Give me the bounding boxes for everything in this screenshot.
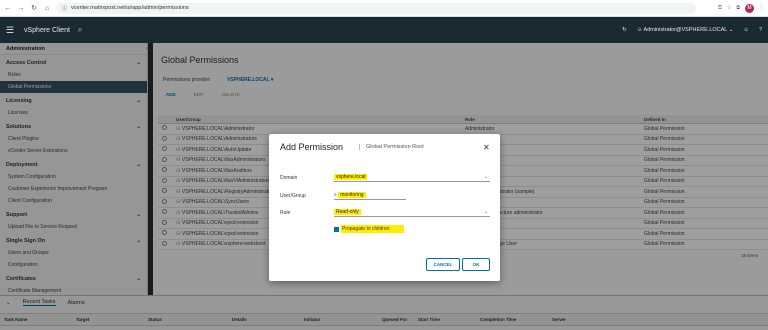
role-value: Read-only: [334, 209, 361, 215]
domain-label: Domain: [280, 175, 298, 181]
menu-icon[interactable]: ☰: [6, 25, 18, 36]
search-icon[interactable]: ⌕: [78, 25, 82, 35]
app-header: ☰ vSphere Client ⌕ ↻ ☺ Administrator@VSP…: [0, 17, 768, 43]
user-name: Administrator@VSPHERE.LOCAL: [643, 27, 728, 33]
browser-menu-icon[interactable]: ⋮: [759, 5, 764, 11]
url-text: vcenter.matrixpost.net/ui/app/admin/perm…: [71, 5, 189, 11]
back-icon[interactable]: ←: [4, 5, 12, 12]
domain-value: vsphere.local: [334, 174, 368, 180]
add-permission-dialog: Add Permission Global Permission Root ✕ …: [269, 134, 500, 281]
propagate-checkbox[interactable]: [334, 227, 339, 232]
user-group-value: monitoring: [338, 192, 366, 198]
forward-icon[interactable]: →: [17, 5, 25, 12]
help-icon[interactable]: ?: [759, 27, 762, 33]
user-group-label: User/Group: [280, 193, 306, 199]
dialog-title: Add Permission: [280, 142, 344, 152]
chevron-down-icon: ⌄: [483, 209, 488, 215]
app-title: vSphere Client: [24, 26, 70, 34]
ok-button[interactable]: OK: [462, 258, 490, 271]
bookmark-star-icon[interactable]: ☆: [727, 5, 731, 11]
browser-toolbar: ← → ↻ ⌂ ⓘ vcenter.matrixpost.net/ui/app/…: [0, 0, 768, 17]
role-select[interactable]: Read-only ⌄: [334, 209, 490, 217]
home-icon[interactable]: ⌂: [43, 5, 51, 12]
reload-icon[interactable]: ↻: [30, 5, 38, 12]
chevron-down-icon: ⌄: [483, 174, 488, 180]
domain-select[interactable]: vsphere.local ⌄: [334, 174, 490, 182]
user-menu[interactable]: ☺ Administrator@VSPHERE.LOCAL ⌄: [637, 27, 734, 33]
dialog-subtitle: Global Permission Root: [359, 144, 424, 150]
address-bar[interactable]: ⓘ vcenter.matrixpost.net/ui/app/admin/pe…: [56, 2, 696, 14]
user-group-search-input[interactable]: ⌕ monitoring: [334, 192, 406, 200]
refresh-icon[interactable]: ↻: [622, 27, 627, 33]
profile-avatar[interactable]: M: [745, 3, 754, 13]
key-icon[interactable]: ⚿: [718, 5, 722, 11]
propagate-label: Propagate to children: [341, 225, 404, 233]
close-icon[interactable]: ✕: [483, 143, 490, 152]
site-info-icon[interactable]: ⓘ: [62, 5, 67, 12]
cancel-button[interactable]: CANCEL: [426, 258, 460, 271]
extensions-icon[interactable]: ⧉: [736, 5, 740, 11]
user-icon: ☺: [636, 27, 644, 33]
notifications-icon[interactable]: ☺: [743, 27, 749, 33]
role-label: Role: [280, 210, 291, 216]
